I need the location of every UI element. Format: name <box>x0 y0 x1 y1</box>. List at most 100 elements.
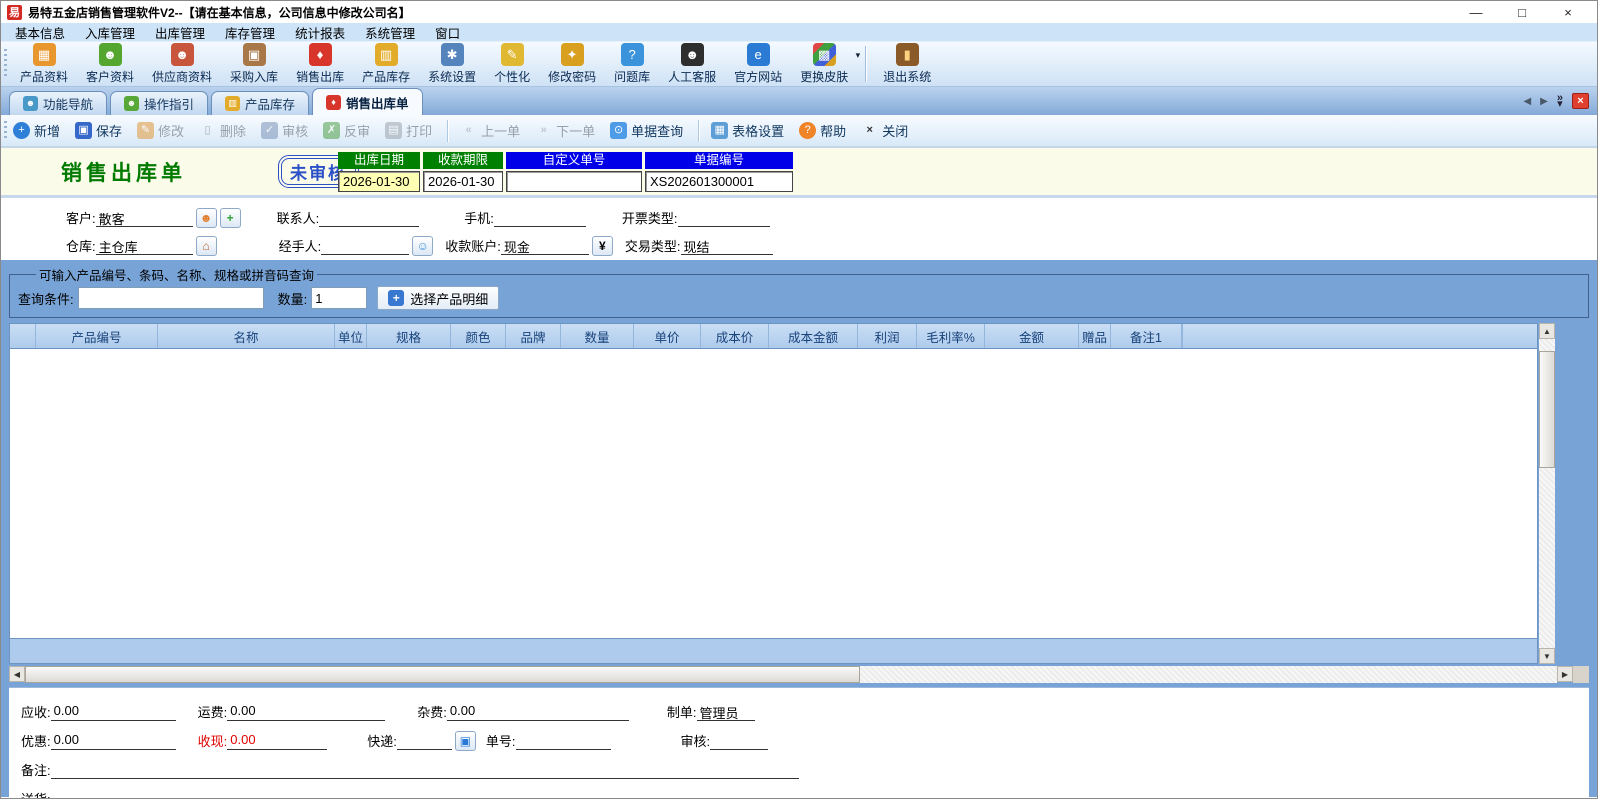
customer-info-button[interactable]: ☻ 客户资料 <box>77 42 143 86</box>
grid-settings-button[interactable]: ▦ 表格设置 <box>711 121 784 140</box>
faq-button[interactable]: ? 问题库 <box>605 42 659 86</box>
column-header-gift[interactable]: 赠品 <box>1079 324 1111 348</box>
trade-type-field[interactable]: 现结 <box>680 237 773 255</box>
delivery-label: 送货: <box>21 789 51 798</box>
column-header-price[interactable]: 单价 <box>634 324 701 348</box>
supplier-info-button[interactable]: ☻ 供应商资料 <box>143 42 221 86</box>
close-button[interactable]: × <box>1545 5 1591 20</box>
pick-express-button[interactable]: ▣ <box>454 730 476 751</box>
column-header-amount[interactable]: 金额 <box>985 324 1079 348</box>
system-settings-button[interactable]: ✱ 系统设置 <box>419 42 485 86</box>
tracking-no-field[interactable] <box>515 732 611 750</box>
order-meta-value[interactable] <box>506 171 642 192</box>
column-header-spec[interactable]: 规格 <box>367 324 451 348</box>
exit-button[interactable]: ▮ 退出系统 <box>874 42 940 86</box>
column-header-profit[interactable]: 利润 <box>858 324 917 348</box>
dropdown-arrow-icon[interactable]: ▾ <box>856 50 861 61</box>
freight-field[interactable]: 0.00 <box>227 703 386 721</box>
receivable-field[interactable]: 0.00 <box>50 703 176 721</box>
column-header-cost_amount[interactable]: 成本金额 <box>769 324 858 348</box>
menu-item-4[interactable]: 库存管理 <box>215 23 285 42</box>
sales-out-button[interactable]: ♦ 销售出库 <box>287 42 353 86</box>
menu-item-5[interactable]: 统计报表 <box>285 23 355 42</box>
invoice-type-field[interactable] <box>677 209 770 227</box>
close-tab-button[interactable]: × <box>1572 93 1589 109</box>
tab-nav[interactable]: ☻ 功能导航 <box>9 91 108 115</box>
delivery-field[interactable] <box>51 790 351 799</box>
scroll-tabs-left-icon[interactable]: ◀ <box>1523 96 1531 107</box>
save-button[interactable]: ▣ 保存 <box>75 121 122 140</box>
scroll-left-icon[interactable]: ◀ <box>9 666 25 682</box>
column-header-brand[interactable]: 品牌 <box>506 324 561 348</box>
menu-item-3[interactable]: 出库管理 <box>145 23 215 42</box>
discount-field[interactable]: 0.00 <box>50 732 176 750</box>
horizontal-scroll-track[interactable] <box>860 666 1557 683</box>
order-meta-value[interactable]: 2026-01-30 <box>423 171 503 192</box>
handler-field[interactable] <box>321 237 410 255</box>
query-input[interactable] <box>77 287 264 309</box>
column-header-product_no[interactable]: 产品编号 <box>36 324 158 348</box>
column-header-qty[interactable]: 数量 <box>561 324 634 348</box>
receivable-label: 应收: <box>21 705 51 720</box>
menu-item-2[interactable]: 入库管理 <box>75 23 145 42</box>
scroll-down-icon[interactable]: ▼ <box>1539 648 1555 664</box>
product-info-button[interactable]: ▦ 产品资料 <box>11 42 77 86</box>
misc-fee-field[interactable]: 0.00 <box>446 703 629 721</box>
select-product-button[interactable]: + 选择产品明细 <box>377 286 500 310</box>
column-header-color[interactable]: 颜色 <box>451 324 506 348</box>
help-button[interactable]: ? 帮助 <box>799 121 846 140</box>
horizontal-scroll-thumb[interactable] <box>25 666 860 683</box>
add-button[interactable]: + 新增 <box>13 121 60 140</box>
column-header-remark1[interactable]: 备注1 <box>1111 324 1182 348</box>
menu-item-7[interactable]: 窗口 <box>425 23 470 42</box>
vertical-scroll-thumb[interactable] <box>1539 351 1555 468</box>
menu-item-1[interactable]: 基本信息 <box>5 23 75 42</box>
tab-sales-order[interactable]: ♦ 销售出库单 <box>312 88 423 115</box>
scroll-tabs-right-icon[interactable]: ▶ <box>1540 96 1548 107</box>
remark-field[interactable] <box>50 761 799 779</box>
query-button[interactable]: ⊙ 单据查询 <box>610 121 683 140</box>
product-stock-button[interactable]: ▥ 产品库存 <box>353 42 419 86</box>
order-meta-value[interactable]: XS202601300001 <box>645 171 793 192</box>
add-customer-button[interactable]: + <box>219 207 241 228</box>
customer-field[interactable]: 散客 <box>95 209 193 227</box>
vertical-scroll-track[interactable] <box>1539 339 1555 648</box>
change-password-button[interactable]: ✦ 修改密码 <box>539 42 605 86</box>
column-header-margin[interactable]: 毛利率% <box>917 324 985 348</box>
website-button[interactable]: e 官方网站 <box>725 42 791 86</box>
pick-handler-button[interactable]: ☺ <box>412 235 434 256</box>
close-doc-button[interactable]: × 关闭 <box>861 121 908 140</box>
horizontal-scrollbar[interactable]: ◀ ▶ <box>9 666 1589 683</box>
mobile-field[interactable] <box>493 209 586 227</box>
title-bar: 易 易特五金店销售管理软件V2--【请在基本信息，公司信息中修改公司名】 — □… <box>1 1 1597 23</box>
warehouse-field[interactable]: 主仓库 <box>95 237 193 255</box>
column-header-name[interactable]: 名称 <box>158 324 335 348</box>
vertical-scrollbar[interactable]: ▲ ▼ <box>1539 323 1555 664</box>
purchase-in-button[interactable]: ▣ 采购入库 <box>221 42 287 86</box>
scroll-right-icon[interactable]: ▶ <box>1557 666 1573 682</box>
cash-received-field[interactable]: 0.00 <box>227 732 328 750</box>
menu-item-6[interactable]: 系统管理 <box>355 23 425 42</box>
unaudit-button: ✗ 反审 <box>323 121 370 140</box>
column-header-unit[interactable]: 单位 <box>335 324 367 348</box>
currency-button[interactable]: ¥ <box>591 235 613 256</box>
scroll-up-icon[interactable]: ▲ <box>1539 323 1555 339</box>
pick-warehouse-button[interactable]: ⌂ <box>195 235 217 256</box>
restore-button[interactable]: □ <box>1499 5 1545 20</box>
support-button[interactable]: ☻ 人工客服 <box>659 42 725 86</box>
skin-button[interactable]: ▩ 更换皮肤 ▾ <box>791 42 860 86</box>
account-field[interactable]: 现金 <box>500 237 589 255</box>
unaudit-icon: ✗ <box>323 122 341 139</box>
contact-field[interactable] <box>319 209 420 227</box>
tab-list-icon[interactable]: » ▾ <box>1557 92 1563 109</box>
express-field[interactable] <box>396 732 452 750</box>
column-header-cost[interactable]: 成本价 <box>701 324 769 348</box>
minimize-button[interactable]: — <box>1453 5 1499 20</box>
tab-stock[interactable]: ▥ 产品库存 <box>211 91 310 115</box>
qty-input[interactable] <box>311 287 368 309</box>
order-meta-value[interactable]: 2026-01-30 <box>338 171 420 192</box>
tab-guide[interactable]: ☻ 操作指引 <box>110 91 209 115</box>
pick-customer-button[interactable]: ☻ <box>195 207 217 228</box>
personalize-button[interactable]: ✎ 个性化 <box>485 42 539 86</box>
column-header-rownum[interactable] <box>10 324 36 348</box>
